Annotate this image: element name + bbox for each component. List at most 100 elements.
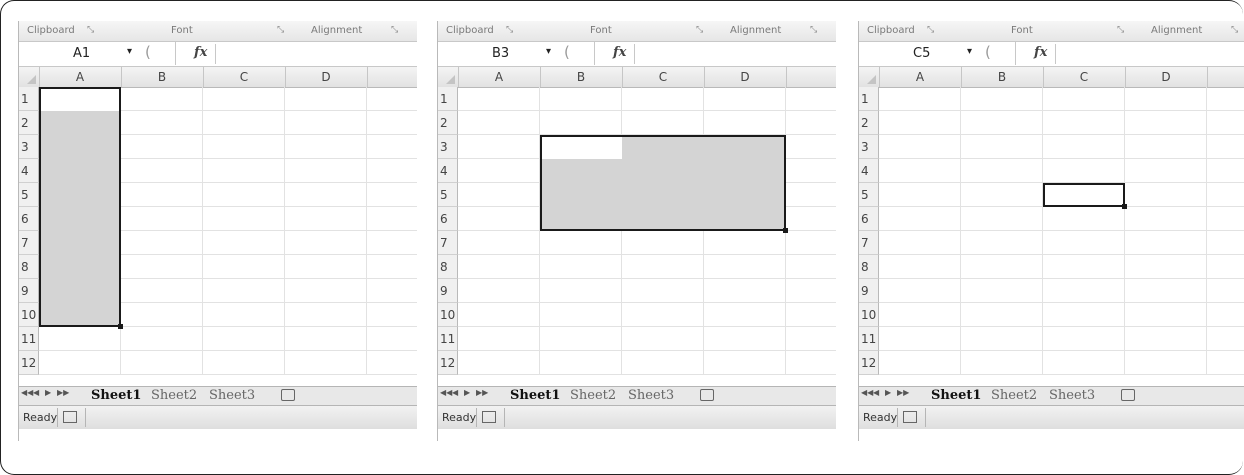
grid-cell[interactable]	[1125, 255, 1207, 279]
grid-cell[interactable]	[961, 111, 1043, 135]
grid-cell[interactable]	[367, 231, 417, 255]
next-sheet-icon[interactable]: ▶	[464, 388, 470, 397]
grid-cell[interactable]	[786, 207, 836, 231]
grid-cell[interactable]	[879, 231, 961, 255]
grid-cell[interactable]	[1043, 87, 1125, 111]
grid-cell[interactable]	[786, 183, 836, 207]
row-header-4[interactable]: 4	[859, 159, 879, 183]
grid-cell[interactable]	[786, 351, 836, 375]
column-header-a[interactable]: A	[458, 67, 541, 87]
row-header-10[interactable]: 10	[859, 303, 879, 327]
grid-cell[interactable]	[879, 303, 961, 327]
grid-cell[interactable]	[458, 303, 540, 327]
grid-cell[interactable]	[458, 351, 540, 375]
grid-cell[interactable]	[1125, 351, 1207, 375]
row-header-5[interactable]: 5	[19, 183, 39, 207]
dialog-launcher-icon[interactable]: ⤡	[1231, 25, 1238, 35]
grid-cell[interactable]	[458, 183, 540, 207]
grid-cell[interactable]	[1207, 183, 1244, 207]
grid-cell[interactable]	[458, 111, 540, 135]
grid-cell[interactable]	[540, 87, 622, 111]
grid-cell[interactable]	[1207, 231, 1244, 255]
grid-cell[interactable]	[540, 231, 622, 255]
grid-cell[interactable]	[1125, 303, 1207, 327]
grid-cell[interactable]	[367, 183, 417, 207]
grid-cell[interactable]	[285, 231, 367, 255]
row-header-4[interactable]: 4	[438, 159, 458, 183]
grid-cell[interactable]	[622, 231, 704, 255]
row-header-6[interactable]: 6	[19, 207, 39, 231]
grid-cell[interactable]	[786, 255, 836, 279]
row-header-1[interactable]: 1	[438, 87, 458, 111]
grid-cell[interactable]	[540, 255, 622, 279]
grid-cell[interactable]	[879, 111, 961, 135]
grid-cell[interactable]	[786, 159, 836, 183]
column-header-c[interactable]: C	[622, 67, 705, 87]
chevron-down-icon[interactable]: ▾	[127, 46, 132, 57]
first-sheet-icon[interactable]: ◀◀	[21, 388, 33, 397]
row-header-7[interactable]: 7	[859, 231, 879, 255]
row-header-7[interactable]: 7	[19, 231, 39, 255]
grid-cell[interactable]	[1043, 159, 1125, 183]
grid-cell[interactable]	[121, 279, 203, 303]
grid-cell[interactable]	[879, 255, 961, 279]
grid-cell[interactable]	[203, 231, 285, 255]
grid-cell[interactable]	[879, 87, 961, 111]
grid-cell[interactable]	[1207, 351, 1244, 375]
grid-cell[interactable]	[367, 135, 417, 159]
row-header-8[interactable]: 8	[859, 255, 879, 279]
grid-cell[interactable]	[961, 303, 1043, 327]
grid-cell[interactable]	[121, 159, 203, 183]
grid-cell[interactable]	[285, 111, 367, 135]
grid-cell[interactable]	[622, 279, 704, 303]
grid-cell[interactable]	[203, 327, 285, 351]
grid-cell[interactable]	[961, 327, 1043, 351]
tab-sheet2[interactable]: Sheet2	[570, 387, 616, 405]
grid-cell[interactable]	[879, 351, 961, 375]
grid-cell[interactable]	[961, 279, 1043, 303]
grid-cell[interactable]	[786, 231, 836, 255]
grid-cell[interactable]	[704, 351, 786, 375]
grid-cell[interactable]	[786, 135, 836, 159]
grid-cell[interactable]	[540, 303, 622, 327]
grid-cell[interactable]	[1043, 351, 1125, 375]
row-header-1[interactable]: 1	[859, 87, 879, 111]
row-header-9[interactable]: 9	[438, 279, 458, 303]
grid-cell[interactable]	[1125, 327, 1207, 351]
grid-cell[interactable]	[622, 327, 704, 351]
tab-sheet1[interactable]: Sheet1	[931, 387, 981, 405]
grid-cell[interactable]	[121, 135, 203, 159]
row-header-5[interactable]: 5	[859, 183, 879, 207]
column-header-a[interactable]: A	[39, 67, 122, 87]
grid-cell[interactable]	[540, 327, 622, 351]
name-box[interactable]: C5 ▾	[859, 42, 1016, 65]
grid-cell[interactable]	[367, 207, 417, 231]
grid-cell[interactable]	[704, 303, 786, 327]
grid-cell[interactable]	[704, 231, 786, 255]
last-sheet-icon[interactable]: ▶▶	[57, 388, 69, 397]
select-all-corner[interactable]	[438, 67, 459, 87]
grid-cell[interactable]	[1207, 303, 1244, 327]
insert-function-icon[interactable]: fx	[194, 45, 207, 60]
dialog-launcher-icon[interactable]: ⤡	[506, 25, 513, 35]
macro-record-icon[interactable]	[482, 411, 496, 423]
column-header-d[interactable]: D	[704, 67, 787, 87]
grid-cell[interactable]	[786, 111, 836, 135]
grid-cell[interactable]	[121, 231, 203, 255]
row-header-7[interactable]: 7	[438, 231, 458, 255]
row-header-12[interactable]: 12	[859, 351, 879, 375]
grid-cell[interactable]	[540, 279, 622, 303]
grid-cell[interactable]	[121, 111, 203, 135]
grid-cell[interactable]	[203, 255, 285, 279]
grid-cell[interactable]	[203, 87, 285, 111]
fill-handle[interactable]	[118, 324, 123, 329]
grid-cell[interactable]	[704, 327, 786, 351]
dialog-launcher-icon[interactable]: ⤡	[391, 25, 398, 35]
grid-cell[interactable]	[961, 135, 1043, 159]
grid-cell[interactable]	[1207, 135, 1244, 159]
dialog-launcher-icon[interactable]: ⤡	[87, 25, 94, 35]
grid-cell[interactable]	[367, 279, 417, 303]
grid-cell[interactable]	[458, 255, 540, 279]
grid-cell[interactable]	[203, 183, 285, 207]
grid-cell[interactable]	[1207, 87, 1244, 111]
